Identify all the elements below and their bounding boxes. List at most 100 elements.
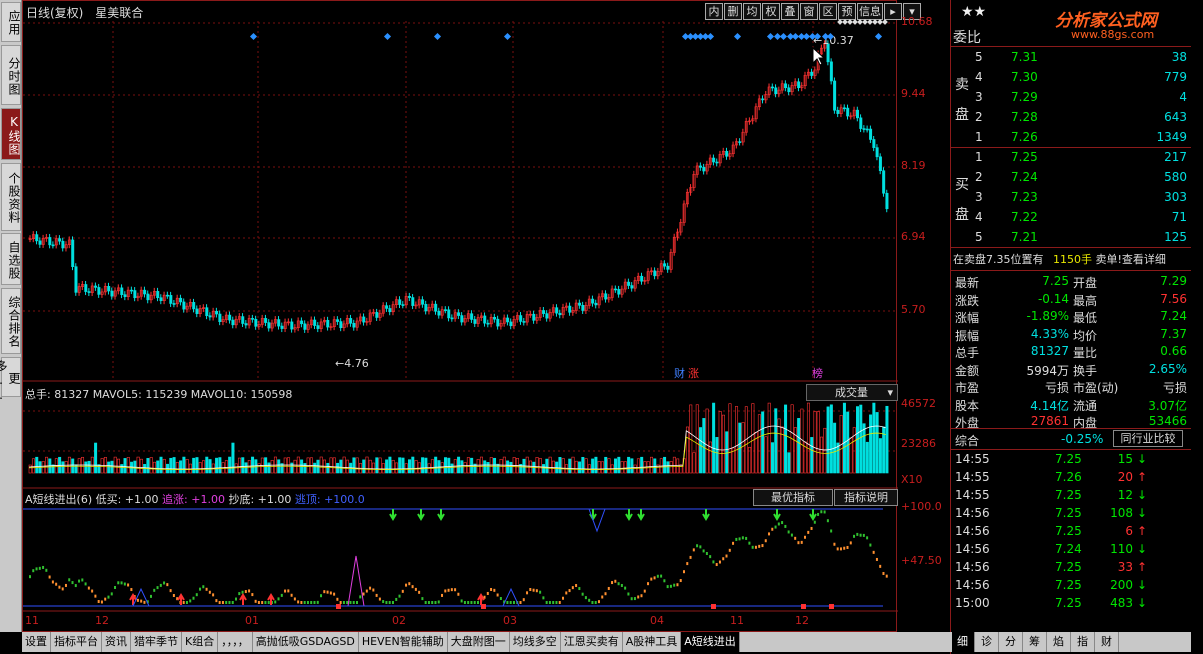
date-label: 04	[650, 614, 664, 627]
arrow-down-icon: ↓	[1136, 452, 1147, 466]
volume-bar	[875, 412, 879, 474]
kline-candle	[682, 200, 686, 226]
bottom-tab-10[interactable]: 江恩买卖有	[561, 632, 623, 652]
indicator-mark	[414, 587, 417, 591]
kline-candle	[610, 285, 614, 301]
indicator-mark	[450, 588, 453, 592]
volume-bar	[182, 456, 186, 474]
bottom-tab-8[interactable]: 大盘附图一	[448, 632, 510, 652]
indicator-mark	[199, 587, 202, 591]
indicator-mark	[401, 589, 404, 593]
kline-candle	[205, 304, 209, 320]
kline-candle	[339, 318, 343, 332]
sell-volume: 4	[1179, 90, 1187, 104]
indicator-mark	[244, 590, 247, 594]
kline-candle	[725, 147, 729, 160]
kline-candle	[319, 318, 323, 333]
indicator-mark	[565, 591, 568, 595]
bottom-tab-9[interactable]: 均线多空	[510, 632, 561, 652]
kline-candle	[113, 287, 117, 300]
quote-tab-1[interactable]: 诊	[975, 632, 999, 652]
indicator-explain-button[interactable]: 指标说明	[834, 489, 898, 506]
indicator-mark	[215, 599, 218, 603]
indicator-mark	[228, 601, 231, 604]
quote-tab-0[interactable]: 细	[951, 632, 975, 652]
tick-time: 14:56	[955, 578, 990, 592]
kline-chart[interactable]: ←4.76←10.37财涨榜	[23, 1, 898, 633]
left-tab-2[interactable]: K线图	[1, 108, 21, 160]
quote-tab-6[interactable]: 财	[1095, 632, 1119, 652]
quote-tab-4[interactable]: 焰	[1047, 632, 1071, 652]
volume-bar	[728, 403, 732, 474]
volume-bar	[506, 460, 510, 474]
notice-link[interactable]: 卖单!查看详细	[1096, 253, 1166, 266]
volume-selector[interactable]: 成交量 ▾	[806, 384, 898, 401]
date-label: 12	[95, 614, 109, 627]
left-tab-1[interactable]: 分时图	[1, 45, 21, 105]
tick-volume: 6	[1125, 524, 1133, 538]
indicator-mark	[839, 547, 842, 551]
kline-candle	[564, 302, 568, 311]
indicator-mark	[790, 533, 793, 537]
kline-candle	[594, 299, 598, 309]
bottom-tab-4[interactable]: K组合	[182, 632, 219, 652]
kline-candle	[463, 314, 467, 326]
left-tab-3[interactable]: 个股资料	[1, 163, 21, 231]
bottom-tab-3[interactable]: 猎牢季节	[131, 632, 182, 652]
best-indicator-button[interactable]: 最优指标	[753, 489, 833, 506]
bottom-tab-5[interactable]: ，，，，	[218, 632, 253, 652]
kline-candle	[224, 311, 228, 324]
kline-candle	[427, 303, 431, 315]
stat-value: -1.89%	[1026, 309, 1069, 323]
indicator-mark	[264, 601, 267, 604]
volume-bar	[548, 456, 552, 474]
quote-tab-2[interactable]: 分	[999, 632, 1023, 652]
industry-compare-button[interactable]: 同行业比较	[1113, 430, 1183, 447]
volume-bar	[774, 408, 778, 474]
bottom-tab-6[interactable]: 高抛低吸GSDAGSD	[253, 632, 359, 652]
volume-bar	[649, 456, 653, 474]
left-tab-4[interactable]: 自选股	[1, 233, 21, 285]
kline-candle	[64, 241, 68, 252]
quote-tab-3[interactable]: 筹	[1023, 632, 1047, 652]
kline-candle	[358, 313, 362, 325]
kline-candle	[515, 312, 519, 323]
volume-bar	[735, 406, 739, 474]
signal-diamond	[779, 32, 788, 41]
left-tab-6[interactable]: 更多..	[0, 357, 21, 403]
quote-tab-5[interactable]: 指	[1071, 632, 1095, 652]
volume-bar	[326, 462, 330, 474]
kline-candle	[509, 318, 513, 330]
kline-candle	[770, 83, 774, 92]
kline-candle	[538, 306, 542, 321]
left-tab-5[interactable]: 综合排名	[1, 288, 21, 354]
buy-price: 7.22	[1011, 210, 1038, 224]
kline-candle	[77, 283, 81, 296]
bottom-tab-11[interactable]: A股神工具	[623, 632, 682, 652]
left-tab-0[interactable]: 应用	[1, 2, 21, 42]
bottom-tab-12[interactable]: A短线进出	[681, 632, 740, 652]
kline-candle	[587, 295, 591, 309]
bottom-tab-2[interactable]: 资讯	[102, 632, 131, 652]
bottom-tab-7[interactable]: HEVEN智能辅助	[359, 632, 448, 652]
volume-bar	[31, 458, 35, 474]
volume-bar	[378, 457, 382, 474]
volume-bar	[865, 441, 869, 474]
chart-main[interactable]: 日线(复权) 星美联合 内删均权叠窗区预信息 ▸ ▾ ←4.76 ←10.37 财涨榜 …	[22, 0, 921, 633]
bottom-tab-0[interactable]: 设置	[22, 632, 51, 652]
order-notice[interactable]: 在卖盘7.35位置有 1150手 卖单!查看详细	[953, 251, 1166, 267]
volume-bar	[578, 461, 582, 474]
indicator-mark	[617, 582, 620, 586]
bottom-tab-1[interactable]: 指标平台	[51, 632, 102, 652]
kline-candle	[479, 312, 483, 322]
indicator-mark	[813, 520, 816, 524]
volume-bar	[215, 457, 219, 474]
indicator-mark	[879, 564, 882, 568]
stat-value: 5994万	[1026, 363, 1069, 378]
kline-candle	[45, 233, 49, 242]
kline-candle	[133, 287, 137, 302]
marker-diamond	[867, 19, 873, 25]
indicator-mark	[391, 601, 394, 604]
indicator-mark	[35, 567, 38, 571]
indicator-mark	[100, 600, 103, 604]
